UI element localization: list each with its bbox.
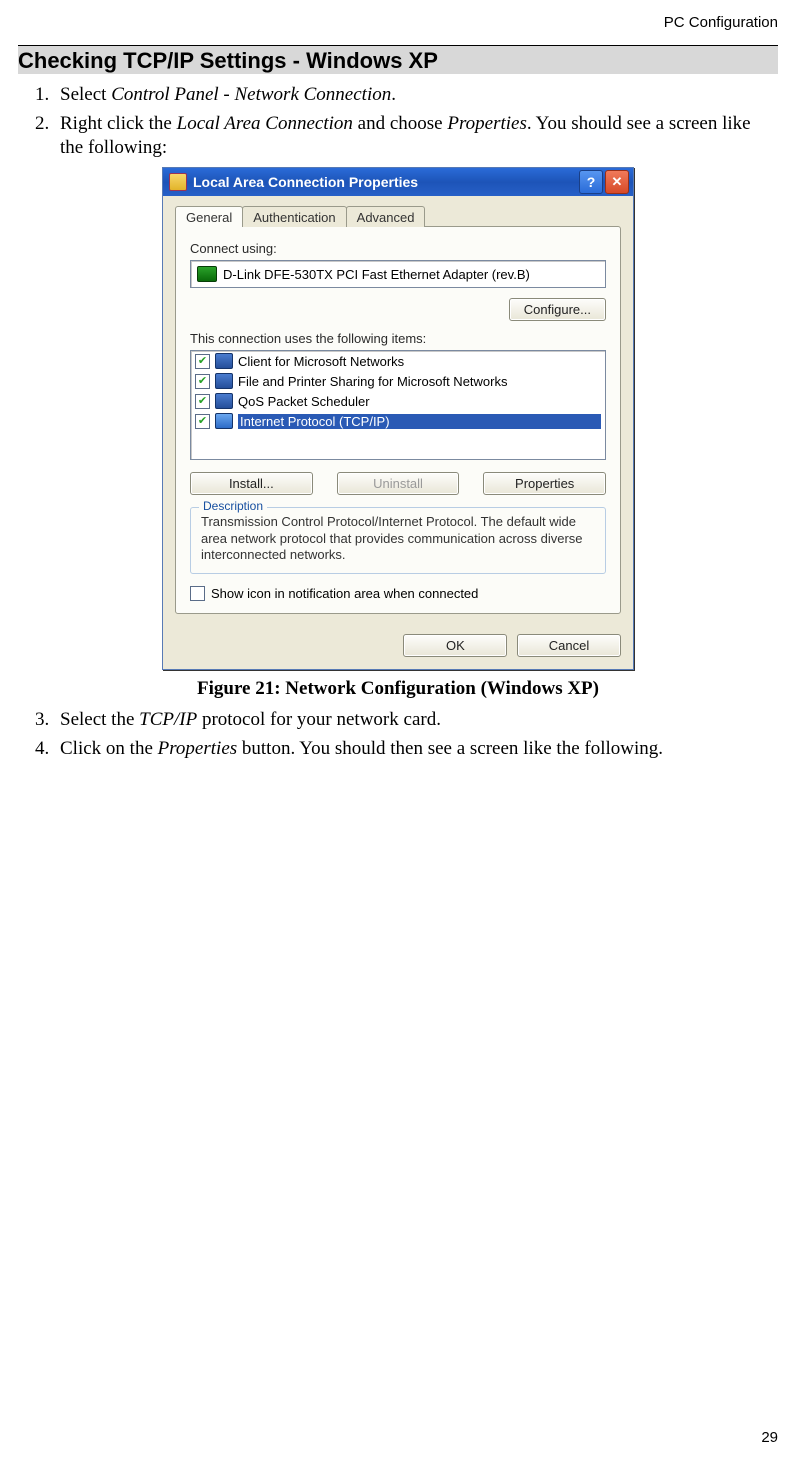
tab-advanced[interactable]: Advanced <box>346 206 426 227</box>
close-button[interactable]: ✕ <box>605 170 629 194</box>
properties-button[interactable]: Properties <box>483 472 606 495</box>
step-item: Right click the Local Area Connection an… <box>54 112 778 160</box>
nic-icon <box>197 266 217 282</box>
protocol-icon <box>215 393 233 409</box>
items-listbox[interactable]: ✔ Client for Microsoft Networks ✔ File and … <box>190 350 606 460</box>
show-icon-checkbox[interactable] <box>190 586 205 601</box>
list-item[interactable]: ✔ QoS Packet Scheduler <box>191 391 605 411</box>
tab-general[interactable]: General <box>175 206 243 227</box>
uninstall-button[interactable]: Uninstall <box>337 472 460 495</box>
description-text: Transmission Control Protocol/Internet P… <box>201 514 595 563</box>
protocol-icon <box>215 373 233 389</box>
connect-using-label: Connect using: <box>190 241 606 256</box>
item-checkbox[interactable]: ✔ <box>195 394 210 409</box>
step-item: Select the TCP/IP protocol for your netw… <box>54 708 778 732</box>
description-group: Description Transmission Control Protoco… <box>190 507 606 574</box>
list-item[interactable]: ✔ Client for Microsoft Networks <box>191 351 605 371</box>
figure-caption: Figure 21: Network Configuration (Window… <box>18 678 778 700</box>
dialog-titlebar: Local Area Connection Properties ? ✕ <box>163 168 633 196</box>
step-item: Click on the Properties button. You shou… <box>54 737 778 761</box>
install-button[interactable]: Install... <box>190 472 313 495</box>
steps-list-a: Select Control Panel - Network Connectio… <box>18 83 778 159</box>
dialog-window: Local Area Connection Properties ? ✕ Gen… <box>162 167 634 670</box>
ok-button[interactable]: OK <box>403 634 507 657</box>
section-title: Checking TCP/IP Settings - Windows XP <box>18 45 778 74</box>
item-checkbox[interactable]: ✔ <box>195 414 210 429</box>
dialog-title: Local Area Connection Properties <box>193 168 418 196</box>
protocol-icon <box>215 353 233 369</box>
item-checkbox[interactable]: ✔ <box>195 354 210 369</box>
item-label: Internet Protocol (TCP/IP) <box>238 414 601 429</box>
description-legend: Description <box>199 499 267 513</box>
tabs: General Authentication Advanced <box>175 206 621 227</box>
tab-authentication[interactable]: Authentication <box>242 206 346 227</box>
adapter-name: D-Link DFE-530TX PCI Fast Ethernet Adapt… <box>223 267 530 282</box>
header-section: PC Configuration <box>18 14 778 31</box>
item-label: File and Printer Sharing for Microsoft N… <box>238 374 601 389</box>
item-label: Client for Microsoft Networks <box>238 354 601 369</box>
item-label: QoS Packet Scheduler <box>238 394 601 409</box>
items-label: This connection uses the following items… <box>190 331 606 346</box>
steps-list-b: Select the TCP/IP protocol for your netw… <box>18 708 778 761</box>
page-number: 29 <box>761 1429 778 1446</box>
connection-icon <box>169 173 187 191</box>
item-checkbox[interactable]: ✔ <box>195 374 210 389</box>
step-item: Select Control Panel - Network Connectio… <box>54 83 778 107</box>
list-item[interactable]: ✔ Internet Protocol (TCP/IP) <box>191 411 605 431</box>
help-button[interactable]: ? <box>579 170 603 194</box>
show-icon-label: Show icon in notification area when conn… <box>211 586 478 601</box>
tab-panel: Connect using: D-Link DFE-530TX PCI Fast… <box>175 226 621 614</box>
adapter-field: D-Link DFE-530TX PCI Fast Ethernet Adapt… <box>190 260 606 288</box>
protocol-icon <box>215 413 233 429</box>
cancel-button[interactable]: Cancel <box>517 634 621 657</box>
configure-button[interactable]: Configure... <box>509 298 606 321</box>
list-item[interactable]: ✔ File and Printer Sharing for Microsoft … <box>191 371 605 391</box>
